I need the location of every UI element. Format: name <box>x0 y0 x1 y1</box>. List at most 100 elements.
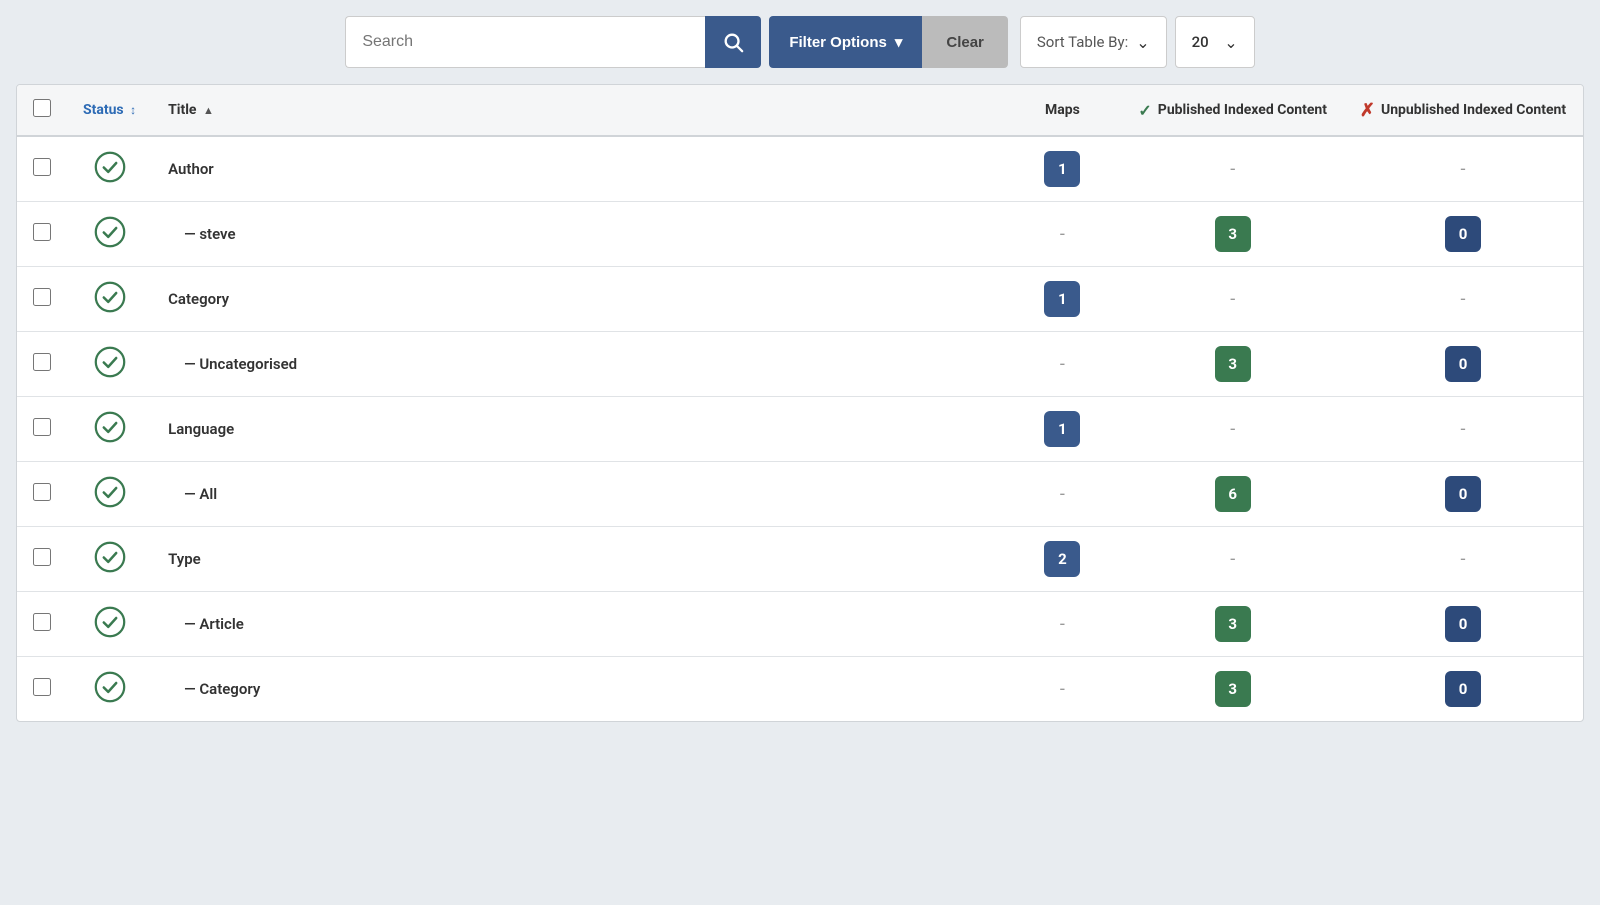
table-header-row: Status ↕ Title ▲ Maps ✓ Published Indexe… <box>17 85 1583 136</box>
published-dash: - <box>1230 289 1235 310</box>
row-title: — All <box>152 462 1002 527</box>
table-row: Category1-- <box>17 267 1583 332</box>
maps-dash: - <box>1060 224 1065 245</box>
row-maps: 1 <box>1002 136 1122 202</box>
header-title-label: Title <box>168 102 196 118</box>
row-published: - <box>1122 267 1343 332</box>
table-row: — All- 6 0 <box>17 462 1583 527</box>
filter-chevron-icon: ▾ <box>895 33 903 51</box>
table-row: — steve - 3 0 <box>17 202 1583 267</box>
published-badge[interactable]: 3 <box>1215 671 1251 707</box>
header-status-col[interactable]: Status ↕ <box>67 85 152 136</box>
title-sort-arrow: ▲ <box>203 104 214 117</box>
published-badge[interactable]: 3 <box>1215 606 1251 642</box>
table-row: — Uncategorised - 3 0 <box>17 332 1583 397</box>
maps-badge[interactable]: 2 <box>1044 541 1080 577</box>
row-published: - <box>1122 397 1343 462</box>
header-published-col: ✓ Published Indexed Content <box>1122 85 1343 136</box>
row-title: — Uncategorised <box>152 332 1002 397</box>
status-active-icon <box>94 281 126 313</box>
status-active-icon <box>94 541 126 573</box>
status-active-icon <box>94 216 126 248</box>
status-sort-arrow: ↕ <box>130 103 136 117</box>
content-table: Status ↕ Title ▲ Maps ✓ Published Indexe… <box>17 85 1583 721</box>
row-unpublished: 0 <box>1343 332 1583 397</box>
header-maps-col: Maps <box>1002 85 1122 136</box>
clear-button[interactable]: Clear <box>922 16 1008 68</box>
row-maps: - <box>1002 657 1122 722</box>
row-maps: 1 <box>1002 397 1122 462</box>
row-maps: - <box>1002 202 1122 267</box>
unpublished-badge[interactable]: 0 <box>1445 606 1481 642</box>
table-row: — Article-30 <box>17 592 1583 657</box>
unpublished-x-icon: ✗ <box>1360 100 1375 121</box>
row-checkbox[interactable] <box>33 288 51 306</box>
status-active-icon <box>94 151 126 183</box>
published-badge[interactable]: 6 <box>1215 476 1251 512</box>
unpublished-dash: - <box>1461 289 1466 310</box>
row-maps: 2 <box>1002 527 1122 592</box>
row-maps: - <box>1002 462 1122 527</box>
unpublished-badge[interactable]: 0 <box>1445 476 1481 512</box>
row-title: — Category <box>152 657 1002 722</box>
unpublished-dash: - <box>1461 549 1466 570</box>
row-unpublished: 0 <box>1343 657 1583 722</box>
page-size-chevron-icon: ⌄ <box>1224 33 1237 52</box>
unpublished-badge[interactable]: 0 <box>1445 346 1481 382</box>
filter-options-button[interactable]: Filter Options ▾ <box>769 16 922 68</box>
row-checkbox[interactable] <box>33 483 51 501</box>
search-button[interactable] <box>705 16 761 68</box>
sort-chevron-icon: ⌄ <box>1136 33 1149 52</box>
status-active-icon <box>94 606 126 638</box>
maps-dash: - <box>1060 614 1065 635</box>
search-input[interactable] <box>345 16 705 68</box>
status-active-icon <box>94 476 126 508</box>
row-published: - <box>1122 136 1343 202</box>
maps-badge[interactable]: 1 <box>1044 411 1080 447</box>
maps-dash: - <box>1060 354 1065 375</box>
search-icon <box>722 31 744 53</box>
row-checkbox[interactable] <box>33 353 51 371</box>
published-badge[interactable]: 3 <box>1215 216 1251 252</box>
row-title: Author <box>152 136 1002 202</box>
table-row: Language1-- <box>17 397 1583 462</box>
unpublished-badge[interactable]: 0 <box>1445 216 1481 252</box>
table-row: Author 1 - - <box>17 136 1583 202</box>
sort-by-selector[interactable]: Sort Table By: ⌄ <box>1020 16 1167 68</box>
page-size-selector[interactable]: 20 ⌄ <box>1175 16 1255 68</box>
row-checkbox[interactable] <box>33 613 51 631</box>
header-unpublished-col: ✗ Unpublished Indexed Content <box>1343 85 1583 136</box>
row-published: - <box>1122 527 1343 592</box>
row-unpublished: 0 <box>1343 592 1583 657</box>
published-checkmark-icon: ✓ <box>1138 101 1151 120</box>
header-status-label: Status <box>83 102 124 118</box>
maps-badge[interactable]: 1 <box>1044 151 1080 187</box>
select-all-checkbox[interactable] <box>33 99 51 117</box>
published-dash: - <box>1230 549 1235 570</box>
published-badge[interactable]: 3 <box>1215 346 1251 382</box>
row-unpublished: 0 <box>1343 462 1583 527</box>
table-row: — Category - 3 0 <box>17 657 1583 722</box>
unpublished-badge[interactable]: 0 <box>1445 671 1481 707</box>
row-title: — steve <box>152 202 1002 267</box>
unpublished-dash: - <box>1461 159 1466 180</box>
row-checkbox[interactable] <box>33 223 51 241</box>
maps-dash: - <box>1060 679 1065 700</box>
published-dash: - <box>1230 419 1235 440</box>
row-checkbox[interactable] <box>33 678 51 696</box>
row-maps: - <box>1002 332 1122 397</box>
row-checkbox[interactable] <box>33 418 51 436</box>
table-body: Author1-- — steve-30 Category1-- — Uncat… <box>17 136 1583 721</box>
row-unpublished: - <box>1343 397 1583 462</box>
header-title-col[interactable]: Title ▲ <box>152 85 1002 136</box>
content-table-container: Status ↕ Title ▲ Maps ✓ Published Indexe… <box>16 84 1584 722</box>
row-checkbox[interactable] <box>33 158 51 176</box>
header-checkbox-col <box>17 85 67 136</box>
filter-options-label: Filter Options <box>789 34 887 51</box>
row-checkbox[interactable] <box>33 548 51 566</box>
toolbar: Filter Options ▾ Clear Sort Table By: ⌄ … <box>16 16 1584 68</box>
row-unpublished: - <box>1343 267 1583 332</box>
maps-badge[interactable]: 1 <box>1044 281 1080 317</box>
clear-label: Clear <box>946 34 984 51</box>
unpublished-dash: - <box>1461 419 1466 440</box>
